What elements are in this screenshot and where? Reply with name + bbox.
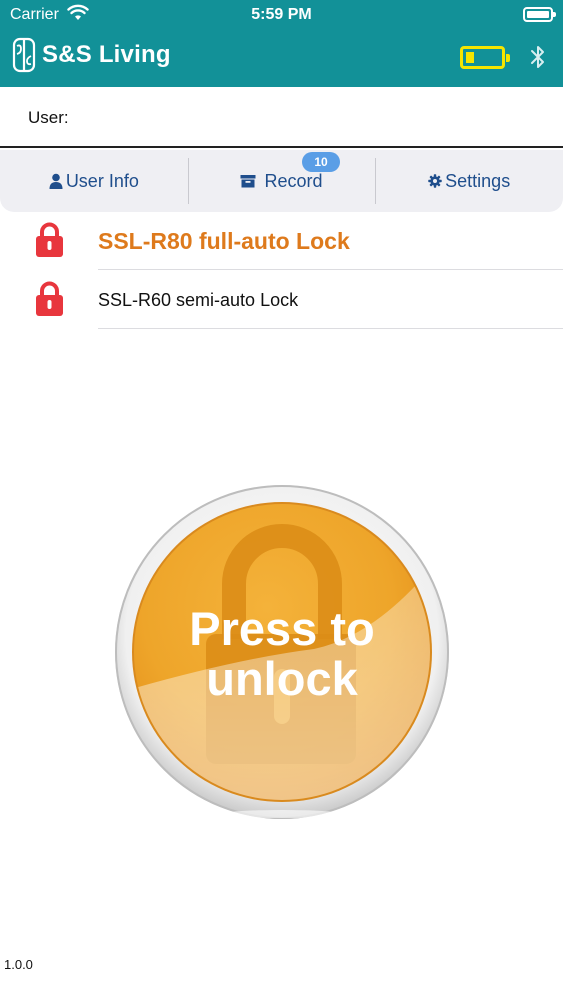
tab-settings[interactable]: Settings: [375, 150, 563, 212]
tab-record[interactable]: Record: [187, 150, 376, 212]
lock-list-item[interactable]: SSL-R60 semi-auto Lock: [0, 271, 563, 329]
device-battery-level: [466, 52, 474, 63]
divider: [98, 328, 563, 329]
app-version: 1.0.0: [4, 957, 33, 972]
person-icon: [49, 173, 63, 189]
app-brand-name: S&S Living: [42, 41, 171, 68]
app-logo: S&S Living: [12, 35, 171, 75]
tab-settings-label: Settings: [445, 170, 511, 191]
ss-living-logo-icon: [12, 37, 36, 73]
tab-user-info-label: User Info: [65, 170, 139, 191]
lock-name: SSL-R80 full-auto Lock: [98, 227, 350, 254]
user-row: User:: [0, 87, 563, 148]
unlock-text-line2: unlock: [206, 652, 358, 705]
tab-bar: User Info Record Settings: [0, 150, 563, 212]
divider: [98, 269, 563, 270]
record-count-badge: 10: [302, 152, 340, 172]
app-header: Carrier 5:59 PM S&S Living: [0, 0, 563, 87]
lock-list-item[interactable]: SSL-R80 full-auto Lock: [0, 212, 563, 270]
status-bar: Carrier 5:59 PM: [0, 0, 563, 30]
archive-box-icon: [240, 175, 256, 188]
tab-record-label: Record: [264, 170, 323, 191]
bluetooth-icon[interactable]: [529, 44, 547, 70]
status-time: 5:59 PM: [251, 6, 312, 23]
press-to-unlock-button[interactable]: Press to unlock: [114, 484, 450, 820]
padlock-icon: [36, 281, 63, 316]
tab-user-info[interactable]: User Info: [0, 150, 188, 212]
lock-name: SSL-R60 semi-auto Lock: [98, 289, 299, 310]
user-label: User:: [28, 108, 69, 127]
phone-battery-icon: [523, 7, 556, 22]
gear-icon: [428, 174, 442, 188]
padlock-icon: [36, 222, 63, 257]
unlock-text-line1: Press to: [189, 602, 375, 655]
device-battery-icon: [460, 46, 510, 69]
